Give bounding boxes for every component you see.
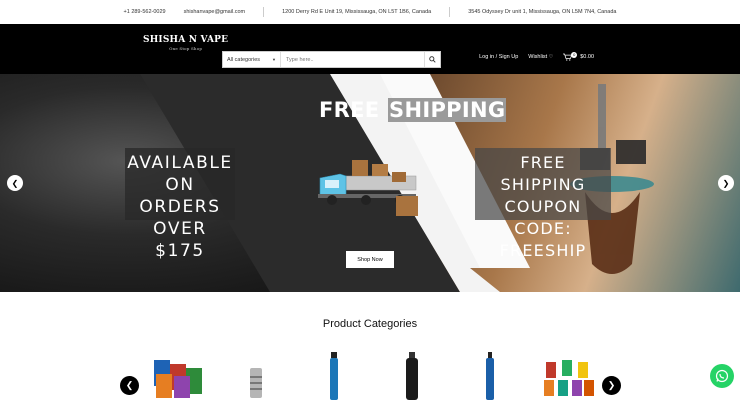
- shop-now-button[interactable]: Shop Now: [346, 251, 394, 268]
- category-select[interactable]: All categories ▼: [223, 52, 281, 67]
- chevron-left-icon: ❮: [125, 380, 134, 390]
- pod-device-image: [406, 352, 418, 400]
- coil-image: [250, 368, 262, 398]
- truck-icon: [318, 160, 418, 216]
- search-icon: [429, 56, 436, 63]
- hero-offer-line: COUPON CODE:: [504, 197, 582, 238]
- hero-offer-line: ON ORDERS: [139, 175, 221, 217]
- address-1: 1200 Derry Rd E Unit 19, Mississauga, ON…: [282, 9, 432, 15]
- divider: [449, 7, 451, 17]
- hero-offer-right: FREE SHIPPING COUPON CODE: FREESHIP: [475, 148, 611, 260]
- search-input[interactable]: [281, 52, 424, 67]
- hero-offer-line: AVAILABLE: [127, 153, 233, 173]
- category-item-vape-kit[interactable]: [304, 350, 364, 400]
- category-prev-button[interactable]: ❮: [120, 376, 139, 395]
- category-select-label: All categories: [227, 56, 261, 63]
- category-item-e-juice[interactable]: [538, 350, 598, 400]
- search-bar: All categories ▼: [222, 51, 441, 68]
- wishlist-link[interactable]: Wishlist ♡: [528, 54, 553, 60]
- whatsapp-icon: [715, 369, 729, 383]
- category-item-vape-coils[interactable]: [226, 350, 286, 400]
- address-2: 3545 Odyssey Dr unit 1, Mississauga, ON …: [468, 9, 617, 15]
- category-item-shisha-flavours[interactable]: [148, 350, 208, 400]
- login-link[interactable]: Log in / Sign Up: [479, 54, 518, 60]
- logo-tagline: One Stop Shop: [169, 46, 203, 51]
- chevron-down-icon: ▼: [272, 57, 276, 62]
- hero-banner: FREE SHIPPING AVAILABLE ON ORDERS OVER $17…: [0, 74, 740, 292]
- disposable-vape-image: [486, 352, 494, 400]
- topbar: +1 289-562-0029 shishanvape@gmail.com 12…: [0, 0, 740, 24]
- whatsapp-button[interactable]: [710, 364, 734, 388]
- chevron-right-icon: ❯: [607, 380, 616, 390]
- phone-text[interactable]: +1 289-562-0029: [124, 9, 166, 15]
- category-carousel: [148, 350, 598, 400]
- header: SHISHA N VAPE One Stop Shop All categori…: [0, 24, 740, 74]
- cart-count-badge: 0: [571, 51, 578, 58]
- hero-offer-line: OVER $175: [153, 219, 207, 261]
- logo-text: SHISHA N VAPE: [143, 35, 229, 45]
- divider: [263, 7, 265, 17]
- section-title: Product Categories: [322, 318, 418, 330]
- category-item-disposable-vapes[interactable]: [460, 350, 520, 400]
- shisha-boxes-image: [154, 360, 202, 398]
- hero-offer-left: AVAILABLE ON ORDERS OVER $175: [125, 148, 235, 261]
- hero-title-part2: SHIPPING: [388, 98, 507, 122]
- category-item-vape-pods[interactable]: [382, 350, 442, 400]
- wishlist-label: Wishlist: [528, 54, 548, 60]
- hero-prev-button[interactable]: ❮: [7, 175, 23, 191]
- email-text[interactable]: shishanvape@gmail.com: [184, 9, 246, 15]
- hero-next-button[interactable]: ❯: [718, 175, 734, 191]
- hero-title-part1: FREE: [319, 98, 388, 122]
- vape-pen-image: [330, 352, 338, 400]
- hero-offer-line: FREE SHIPPING: [500, 153, 586, 194]
- cart-button[interactable]: 0 $0.00: [563, 51, 594, 61]
- search-button[interactable]: [424, 52, 440, 67]
- chevron-right-icon: ❯: [722, 178, 730, 188]
- logo[interactable]: SHISHA N VAPE One Stop Shop: [143, 35, 228, 51]
- chevron-left-icon: ❮: [11, 178, 19, 188]
- category-next-button[interactable]: ❯: [602, 376, 621, 395]
- hero-title: FREE SHIPPING: [318, 98, 507, 122]
- hero-offer-line: FREESHIP: [499, 241, 587, 260]
- cart-total: $0.00: [580, 54, 594, 60]
- header-actions: Log in / Sign Up Wishlist ♡ 0 $0.00: [479, 51, 594, 61]
- e-juice-bottles-image: [544, 360, 594, 396]
- heart-icon: ♡: [548, 54, 554, 60]
